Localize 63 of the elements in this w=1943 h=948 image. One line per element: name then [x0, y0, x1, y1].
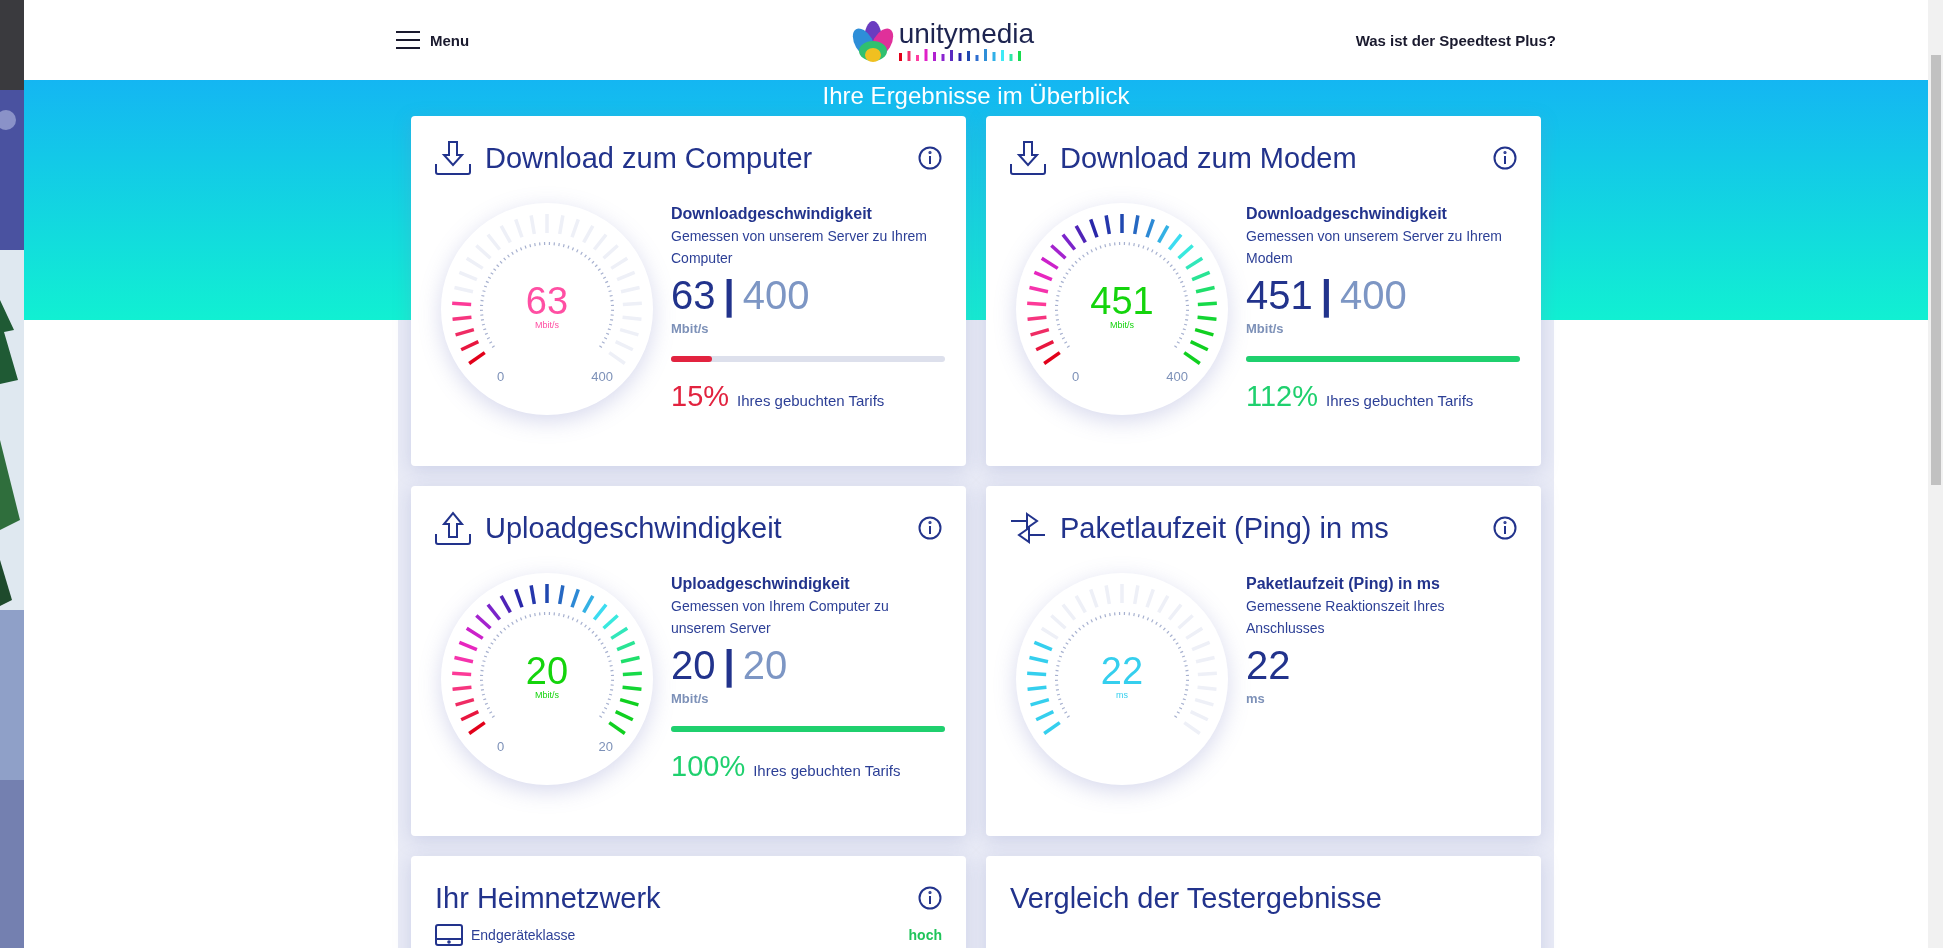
help-link[interactable]: Was ist der Speedtest Plus? [1355, 31, 1556, 49]
unit-label: Mbit/s [671, 321, 710, 336]
metric-description: Gemessen von Ihrem Computer zu unserem Server [671, 597, 890, 638]
download-icon [1010, 140, 1046, 176]
gauge-unit: ms [1115, 690, 1129, 700]
metric-heading: Downloadgeschwindigkeit [671, 205, 873, 223]
section-title: Ihre Ergebnisse im Überblick [822, 82, 1130, 110]
download-icon [435, 140, 471, 176]
metric-heading: Downloadgeschwindigkeit [1246, 205, 1448, 223]
metric-heading: Uploadgeschwindigkeit [671, 575, 851, 593]
gauge-value: 20 [524, 651, 570, 691]
measured-value: 63 [671, 275, 716, 315]
transfer-arrows-icon [1010, 512, 1046, 544]
metric-description: Gemessen von unserem Server zu Ihrem Computer [671, 227, 928, 268]
measured-value: 451 [1246, 275, 1313, 315]
scrollbar[interactable] [1928, 0, 1943, 948]
card-title: Download zum Computer [485, 141, 814, 175]
measured-value: 22 [1246, 645, 1291, 685]
card-title: Download zum Modem [1060, 141, 1358, 175]
card-title: Uploadgeschwindigkeit [485, 511, 783, 545]
menu-icon [396, 31, 420, 49]
unit-label: Mbit/s [1246, 321, 1285, 336]
card-title: Ihr Heimnetzwerk [435, 881, 662, 915]
scale-max-label: 400 [591, 369, 613, 384]
scale-max-label: 20 [598, 739, 613, 754]
scale-min-label: 0 [497, 739, 505, 754]
gauge-value: 22 [1099, 651, 1145, 691]
gauge-unit: Mbit/s [534, 320, 560, 330]
info-icon[interactable] [918, 146, 942, 170]
gauge-unit: Mbit/s [1109, 320, 1135, 330]
metric-description: Gemessen von unserem Server zu Ihrem Modem [1246, 227, 1503, 268]
gauge-unit: Mbit/s [534, 690, 560, 700]
tariff-value: 20 [742, 645, 788, 685]
tariff-value: 400 [1339, 275, 1407, 315]
tariff-value: 400 [742, 275, 810, 315]
tariff-percentage: 112% [1246, 380, 1319, 413]
tariff-label: Ihres gebuchten Tarifs [1326, 392, 1474, 409]
row-label: Endgeräteklasse [471, 927, 577, 943]
tariff-percentage: 15% [671, 380, 730, 413]
metric-heading: Paketlaufzeit (Ping) in ms [1246, 575, 1441, 593]
logo-wordmark: unitymedia [898, 19, 1035, 49]
gauge-value: 63 [524, 281, 570, 321]
unit-label: Mbit/s [671, 691, 710, 706]
scale-min-label: 0 [497, 369, 505, 384]
tariff-percentage: 100% [671, 750, 746, 783]
scale-min-label: 0 [1072, 369, 1080, 384]
metric-description: Gemessene Reaktionszeit Ihres Anschlusses [1246, 597, 1446, 638]
row-value: hoch [908, 927, 942, 943]
tariff-label: Ihres gebuchten Tarifs [737, 392, 885, 409]
info-icon[interactable] [1493, 146, 1517, 170]
info-icon[interactable] [1493, 516, 1517, 540]
info-icon[interactable] [918, 516, 942, 540]
scale-max-label: 400 [1166, 369, 1188, 384]
card-title: Vergleich der Testergebnisse [1010, 881, 1383, 915]
gauge-value: 451 [1089, 281, 1155, 321]
tariff-label: Ihres gebuchten Tarifs [753, 762, 901, 779]
measured-value: 20 [671, 645, 716, 685]
card-title: Paketlaufzeit (Ping) in ms [1060, 511, 1390, 545]
info-icon[interactable] [918, 886, 942, 910]
unit-label: ms [1246, 691, 1266, 706]
monitor-icon [435, 924, 463, 946]
upload-icon [435, 510, 471, 546]
menu-button[interactable]: Menu [396, 31, 470, 49]
